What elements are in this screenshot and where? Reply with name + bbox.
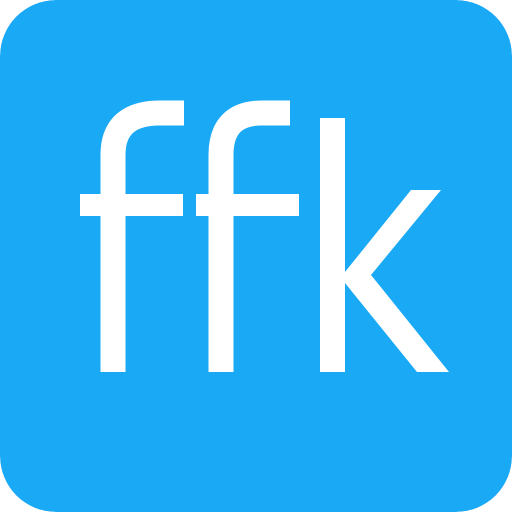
icon-background [0, 0, 512, 512]
ffk-logo [0, 0, 512, 512]
app-icon [0, 0, 512, 512]
